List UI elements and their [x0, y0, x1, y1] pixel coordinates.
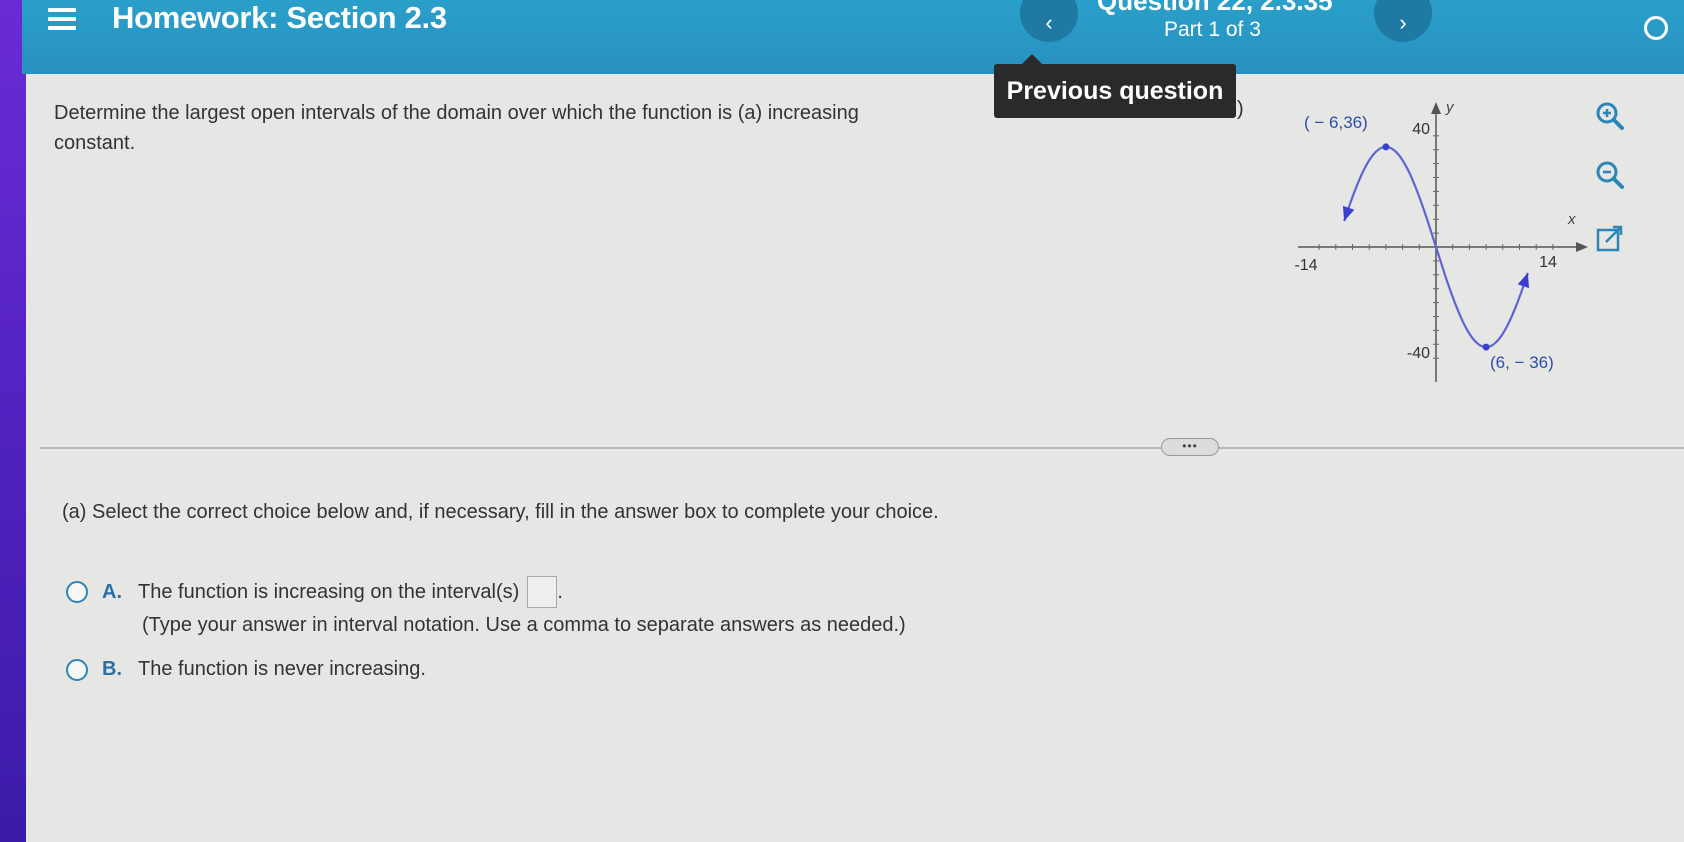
x-max-label: 14 — [1539, 254, 1557, 271]
previous-question-tooltip: Previous question — [994, 54, 1236, 118]
part-a-instruction: (a) Select the correct choice below and,… — [62, 501, 939, 523]
x-axis-arrow — [1576, 242, 1588, 252]
choice-a-suffix: . — [557, 580, 563, 603]
part-indicator: Part 1 of 3 — [1164, 18, 1261, 41]
min-point — [1482, 343, 1490, 351]
max-point — [1382, 143, 1390, 151]
status-circle-icon — [1644, 16, 1668, 40]
section-divider — [40, 447, 1684, 449]
question-text-line2: constant. — [54, 132, 136, 154]
chevron-right-icon: › — [1399, 10, 1407, 35]
question-trailing-paren: ) — [1237, 98, 1244, 120]
external-link-icon[interactable] — [1592, 221, 1628, 257]
curve-arrow-left — [1342, 205, 1355, 222]
function-graph: x y -14 14 40 -40 ( − 6,36) (6, − 36) — [1294, 99, 1588, 382]
curve-arrow-right — [1517, 272, 1530, 289]
zoom-out-icon[interactable] — [1592, 157, 1628, 193]
chevron-left-icon: ‹ — [1045, 10, 1053, 35]
x-axis-label: x — [1567, 211, 1576, 228]
choice-a-text: The function is increasing on the interv… — [138, 580, 520, 603]
homework-title: Homework: Section 2.3 — [112, 0, 447, 35]
next-question-button[interactable]: › — [1374, 0, 1432, 42]
window-edge — [0, 0, 26, 842]
x-min-label: -14 — [1294, 257, 1317, 274]
min-point-label: (6, − 36) — [1490, 353, 1554, 372]
zoom-in-icon[interactable] — [1592, 98, 1628, 134]
choice-a-radio[interactable] — [66, 581, 88, 603]
choice-b[interactable]: B. The function is never increasing. — [66, 658, 426, 681]
y-min-label: -40 — [1407, 345, 1430, 362]
max-point-label: ( − 6,36) — [1304, 113, 1368, 132]
y-max-label: 40 — [1412, 121, 1430, 138]
question-title: Question 22, 2.3.35 — [1097, 0, 1333, 16]
y-axis-label: y — [1445, 99, 1455, 116]
previous-question-button[interactable]: ‹ — [1020, 0, 1078, 42]
hamburger-menu-icon[interactable] — [48, 0, 76, 38]
choice-b-radio[interactable] — [66, 658, 88, 681]
choice-a[interactable]: A. The function is increasing on the int… — [66, 576, 563, 608]
header-bar: Homework: Section 2.3 ‹ Question 22, 2.3… — [22, 0, 1684, 74]
choice-a-letter: A. — [102, 580, 122, 603]
interval-answer-input[interactable] — [527, 576, 558, 608]
choice-b-letter: B. — [102, 658, 122, 680]
divider-drag-handle[interactable]: ••• — [1161, 438, 1219, 456]
choice-a-hint: (Type your answer in interval notation. … — [142, 614, 906, 636]
question-text-line1: Determine the largest open intervals of … — [54, 102, 859, 124]
y-axis-arrow — [1431, 102, 1441, 114]
choice-b-text: The function is never increasing. — [138, 658, 426, 680]
